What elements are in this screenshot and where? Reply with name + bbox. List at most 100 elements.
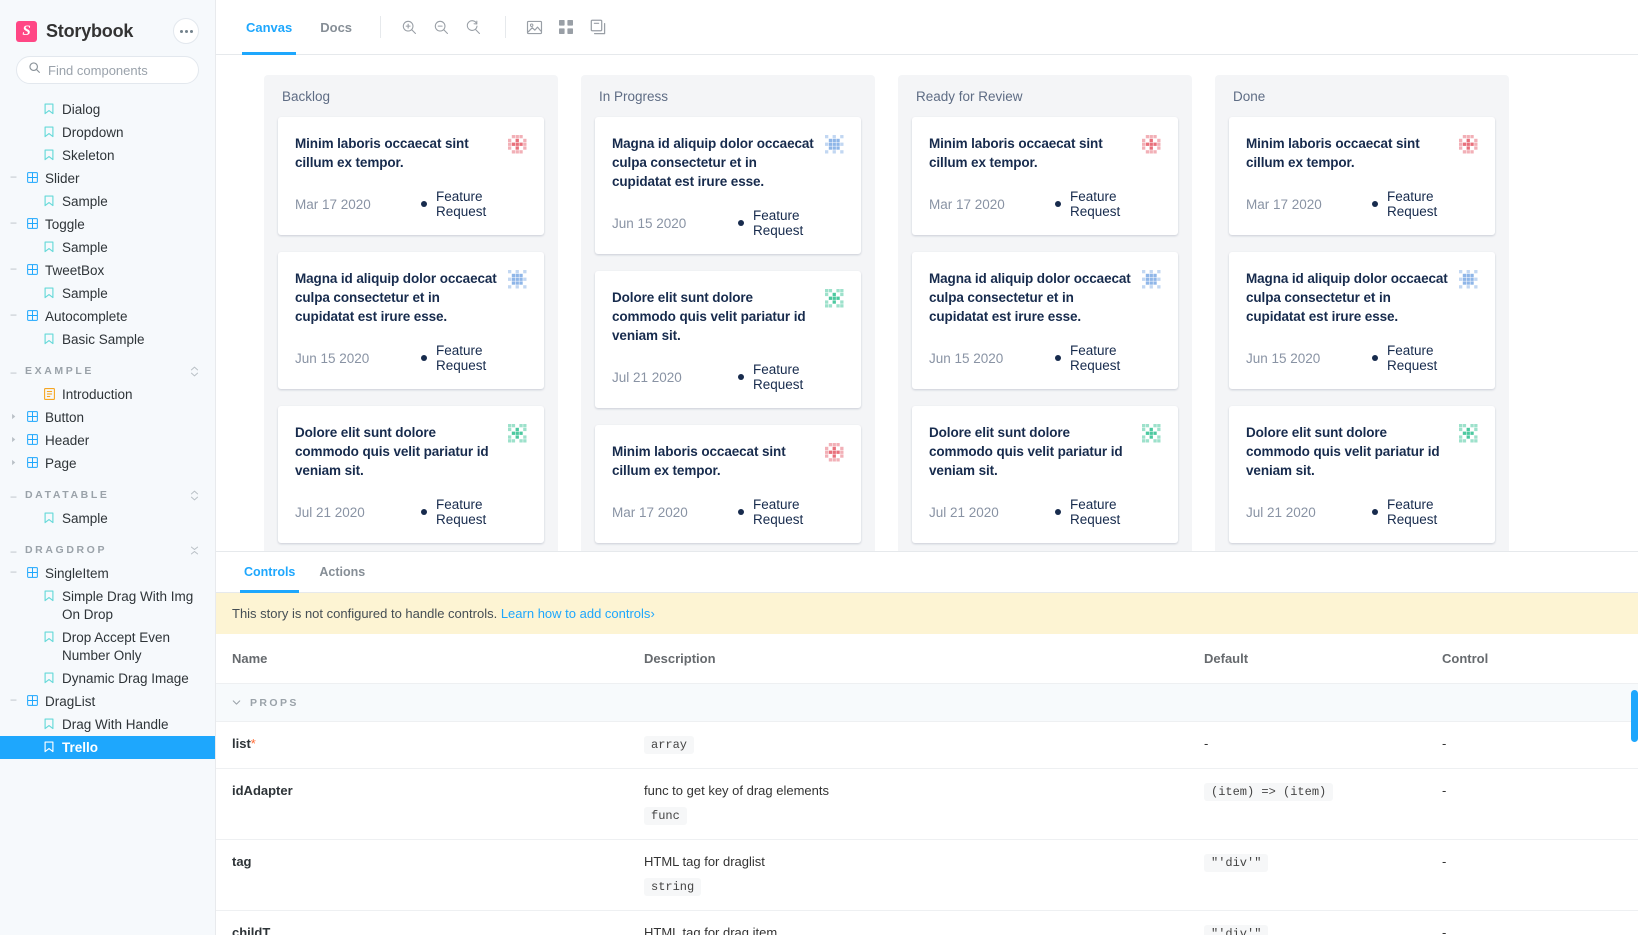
prop-name-cell: list* [216,721,628,769]
col-header-control: Control [1426,634,1638,684]
section-header-example[interactable]: EXAMPLE [0,351,215,383]
twisty-expanded-icon[interactable] [8,489,19,501]
board-column[interactable]: Ready for Review Minim laboris occaecat s… [898,75,1192,551]
sidebar-item-sample[interactable]: Sample [0,236,215,259]
kanban-card[interactable]: Dolore elit sunt dolore commodo quis vel… [1229,406,1495,543]
twisty-expanded-icon[interactable] [8,564,19,576]
avatar [508,135,527,154]
kanban-card[interactable]: Magna id aliquip dolor occaecat culpa co… [595,117,861,254]
zoom-in-icon[interactable] [395,13,423,41]
prop-control-cell[interactable]: - [1426,721,1638,769]
card-title: Minim laboris occaecat sint cillum ex te… [929,136,1103,170]
tab-canvas[interactable]: Canvas [232,0,306,55]
story-canvas: Backlog Minim laboris occaecat sint cillu… [216,55,1638,551]
kanban-card[interactable]: Dolore elit sunt dolore commodo quis vel… [595,271,861,408]
card-tag-label: Feature Request [1387,343,1438,373]
collapse-all-icon[interactable] [190,546,205,555]
sidebar-item-dropdown[interactable]: Dropdown [0,121,215,144]
twisty-expanded-icon[interactable] [8,692,19,704]
search-input[interactable] [48,62,215,78]
toolbar-divider [380,16,382,38]
twisty-expanded-icon[interactable] [8,307,19,319]
sidebar-item-sample[interactable]: Sample [0,282,215,305]
sidebar-item-button[interactable]: Button [0,406,215,429]
layers-icon[interactable] [584,13,612,41]
twisty-expanded-icon[interactable] [8,215,19,227]
prop-control-cell[interactable]: - [1426,910,1638,935]
sidebar-item-page[interactable]: Page [0,452,215,475]
sidebar-item-toggle[interactable]: Toggle [0,213,215,236]
sidebar-item-draglist[interactable]: DragList [0,690,215,713]
prop-name-cell: tag [216,839,628,911]
twisty-collapsed-icon[interactable] [8,431,19,443]
chevron-down-icon[interactable] [232,695,241,710]
grid-icon[interactable] [552,13,580,41]
twisty-collapsed-icon[interactable] [8,454,19,466]
search-box[interactable]: / [16,56,215,84]
sidebar-item-dialog[interactable]: Dialog [0,98,215,121]
sidebar-item-simple-drag-with-img-on-drop[interactable]: Simple Drag With Img On Drop [0,585,215,626]
sidebar-item-basic-sample[interactable]: Basic Sample [0,328,215,351]
sidebar-item-trello[interactable]: Trello [0,736,215,759]
twisty-collapsed-icon[interactable] [8,408,19,420]
kanban-card[interactable]: Dolore elit sunt dolore commodo quis vel… [912,406,1178,543]
sidebar-item-autocomplete[interactable]: Autocomplete [0,305,215,328]
sidebar-item-tweetbox[interactable]: TweetBox [0,259,215,282]
tab-actions[interactable]: Actions [307,552,377,593]
card-tag: Feature Request [1372,343,1478,373]
sidebar-item-drag-with-handle[interactable]: Drag With Handle [0,713,215,736]
twisty-expanded-icon[interactable] [8,169,19,181]
bookmark-icon [42,238,56,253]
background-icon[interactable] [520,13,548,41]
kanban-card[interactable]: Minim laboris occaecat sint cillum ex te… [595,425,861,543]
sidebar-item-sample[interactable]: Sample [0,507,215,530]
twisty-expanded-icon[interactable] [8,261,19,273]
tab-controls[interactable]: Controls [232,552,307,593]
sidebar-item-dynamic-drag-image[interactable]: Dynamic Drag Image [0,667,215,690]
sidebar-item-slider[interactable]: Slider [0,167,215,190]
props-group-cell[interactable]: PROPS [216,683,1638,722]
card-meta: Jun 15 2020 Feature Request [1246,343,1478,373]
kanban-card[interactable]: Dolore elit sunt dolore commodo quis vel… [278,406,544,543]
kanban-card[interactable]: Magna id aliquip dolor occaecat culpa co… [1229,252,1495,389]
card-tag: Feature Request [738,362,844,392]
expand-all-icon[interactable] [190,366,205,377]
sidebar-item-skeleton[interactable]: Skeleton [0,144,215,167]
board-column[interactable]: Backlog Minim laboris occaecat sint cillu… [264,75,558,551]
learn-controls-link[interactable]: Learn how to add controls [501,606,651,621]
bookmark-icon [42,669,56,684]
kanban-card[interactable]: Minim laboris occaecat sint cillum ex te… [912,117,1178,235]
zoom-out-icon[interactable] [427,13,455,41]
section-header-datatable[interactable]: DATATABLE [0,475,215,507]
prop-default-cell: "'div'" [1188,839,1426,911]
sidebar-item-header[interactable]: Header [0,429,215,452]
sidebar-item-sample[interactable]: Sample [0,190,215,213]
sidebar-item-singleitem[interactable]: SingleItem [0,562,215,585]
prop-type-badge: string [644,878,702,896]
board-column[interactable]: In Progress Magna id aliquip dolor occaec… [581,75,875,551]
kanban-card[interactable]: Magna id aliquip dolor occaecat culpa co… [278,252,544,389]
kanban-card[interactable]: Magna id aliquip dolor occaecat culpa co… [912,252,1178,389]
prop-control-cell[interactable]: - [1426,768,1638,840]
card-title: Magna id aliquip dolor occaecat culpa co… [295,271,497,324]
props-group-row[interactable]: PROPS [216,683,1638,722]
section-header-dragdrop[interactable]: DRAGDROP [0,530,215,562]
tab-docs[interactable]: Docs [306,0,366,55]
brand[interactable]: Storybook [16,20,133,42]
twisty-expanded-icon[interactable] [8,365,19,377]
card-title: Dolore elit sunt dolore commodo quis vel… [1246,425,1440,478]
kanban-card[interactable]: Minim laboris occaecat sint cillum ex te… [278,117,544,235]
sidebar-item-label: Sample [62,511,108,526]
kanban-card[interactable]: Minim laboris occaecat sint cillum ex te… [1229,117,1495,235]
bookmark-icon [42,330,56,345]
expand-all-icon[interactable] [190,490,205,501]
sidebar-item-drop-accept-even-number-only[interactable]: Drop Accept Even Number Only [0,626,215,667]
board-column[interactable]: Done Minim laboris occaecat sint cillum e… [1215,75,1509,551]
sidebar-menu-button[interactable] [173,18,199,44]
sidebar-item-introduction[interactable]: Introduction [0,383,215,406]
twisty-expanded-icon[interactable] [8,544,19,556]
prop-default-cell: - [1188,721,1426,769]
zoom-reset-icon[interactable] [459,13,487,41]
prop-control-cell[interactable]: - [1426,839,1638,911]
addons-scrollbar[interactable] [1631,690,1638,742]
